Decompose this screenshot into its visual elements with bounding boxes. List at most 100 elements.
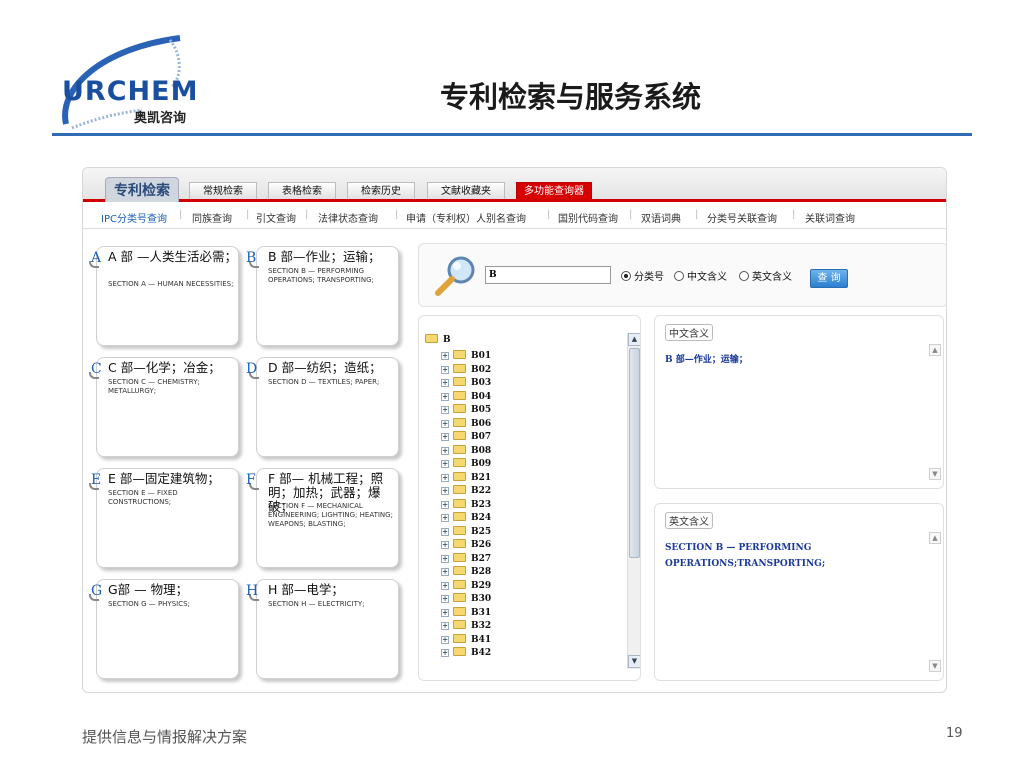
tree-item-label: B29 xyxy=(471,580,492,591)
tree-item[interactable]: + B29 xyxy=(441,579,492,593)
expand-icon[interactable]: + xyxy=(441,419,449,428)
tree-item[interactable]: + B01 xyxy=(441,350,491,363)
tree-item[interactable]: + B22 xyxy=(441,485,491,498)
tree-item[interactable]: + B06 xyxy=(441,417,491,431)
expand-icon[interactable]: + xyxy=(441,473,449,482)
search-button[interactable]: 查 询 xyxy=(810,269,848,288)
folder-icon xyxy=(453,350,466,359)
tree-item-label: B22 xyxy=(471,486,492,496)
tree-item[interactable]: + B24 xyxy=(441,512,491,525)
expand-icon[interactable]: + xyxy=(441,487,449,495)
expand-icon[interactable]: + xyxy=(441,460,449,468)
tree-item[interactable]: + B41 xyxy=(441,633,491,647)
folder-icon xyxy=(453,539,466,548)
tree-item[interactable]: + B32 xyxy=(441,620,491,633)
scroll-down-icon[interactable]: ▼ xyxy=(929,468,941,480)
brand-tab[interactable]: 专利检索 xyxy=(105,177,179,202)
folder-icon xyxy=(453,593,466,602)
expand-icon[interactable]: + xyxy=(441,554,449,563)
radio-zh-meaning[interactable]: 中文含义 xyxy=(674,268,727,283)
section-zh: C 部—化学；冶金； xyxy=(108,360,221,375)
section-letter: B xyxy=(246,250,257,266)
expand-icon[interactable]: + xyxy=(441,406,449,414)
radio-en-meaning[interactable]: 英文含义 xyxy=(739,268,792,283)
expand-icon[interactable]: + xyxy=(441,527,449,536)
title-divider xyxy=(52,133,972,136)
expand-icon[interactable]: + xyxy=(441,568,449,576)
tree-item[interactable]: + B42 xyxy=(441,647,491,660)
expand-icon[interactable]: + xyxy=(441,365,449,374)
expand-icon[interactable]: + xyxy=(441,379,449,387)
expand-icon[interactable]: + xyxy=(441,446,449,455)
section-letter: D xyxy=(246,361,258,377)
tree-item[interactable]: + B03 xyxy=(441,377,491,390)
tree-item-label: B09 xyxy=(471,459,492,469)
expand-icon[interactable]: + xyxy=(441,541,449,549)
tree-item[interactable]: + B27 xyxy=(441,552,491,566)
expand-icon[interactable]: + xyxy=(441,514,449,522)
subnav-applicant-alias[interactable]: 申请（专利权）人别名查询 xyxy=(406,210,526,225)
folder-icon xyxy=(453,512,466,521)
subnav-country-code[interactable]: 国别代码查询 xyxy=(558,210,618,225)
expand-icon[interactable]: + xyxy=(441,392,449,401)
tree-item[interactable]: + B28 xyxy=(441,566,491,579)
en-meaning-text: SECTION B — PERFORMING OPERATIONS;TRANSP… xyxy=(665,543,826,569)
section-card-a[interactable]: A A 部 —人类生活必需； SECTION A — HUMAN NECESSI… xyxy=(89,246,239,346)
folder-icon xyxy=(453,566,466,575)
section-card-d[interactable]: D D 部—纺织；造纸； SECTION D — TEXTILES; PAPER… xyxy=(246,357,399,457)
tree-item[interactable]: + B21 xyxy=(441,471,491,485)
section-card-g[interactable]: G G部 — 物理； SECTION G — PHYSICS; xyxy=(89,579,239,679)
search-input[interactable] xyxy=(485,266,611,284)
tab-search-history[interactable]: 检索历史 xyxy=(347,182,415,199)
tree-item[interactable]: + B26 xyxy=(441,539,491,552)
tree-item[interactable]: + B25 xyxy=(441,525,491,539)
tree-root[interactable]: B xyxy=(425,334,451,345)
tree-item[interactable]: + B31 xyxy=(441,606,491,620)
subnav-related-words[interactable]: 关联词查询 xyxy=(805,210,855,225)
tree-item[interactable]: + B08 xyxy=(441,444,491,458)
tab-regular-search[interactable]: 常规检索 xyxy=(189,182,257,199)
subnav-citation[interactable]: 引文查询 xyxy=(256,210,296,225)
scroll-down-icon[interactable]: ▼ xyxy=(929,660,941,672)
tree-item[interactable]: + B23 xyxy=(441,498,491,512)
scroll-down-icon[interactable]: ▼ xyxy=(628,655,640,668)
folder-icon xyxy=(453,444,466,454)
expand-icon[interactable]: + xyxy=(441,649,449,657)
scroll-up-icon[interactable]: ▲ xyxy=(929,344,941,356)
section-card-f[interactable]: F F 部— 机械工程；照明；加热；武器；爆破； SECTION F — MEC… xyxy=(246,468,399,568)
section-zh: B 部—作业；运输； xyxy=(268,249,381,264)
tree-scrollbar[interactable]: ▲ ▼ xyxy=(627,333,640,669)
scroll-thumb[interactable] xyxy=(629,348,640,558)
zh-meaning-panel: 中文含义 B 部—作业；运输； ▲ ▼ xyxy=(654,315,944,489)
expand-icon[interactable]: + xyxy=(441,500,449,509)
scroll-up-icon[interactable]: ▲ xyxy=(929,532,941,544)
expand-icon[interactable]: + xyxy=(441,622,449,630)
subnav-legal-status[interactable]: 法律状态查询 xyxy=(318,210,378,225)
expand-icon[interactable]: + xyxy=(441,581,449,590)
section-card-e[interactable]: E E 部—固定建筑物； SECTION E — FIXED CONSTRUCT… xyxy=(89,468,239,568)
tree-item-label: B03 xyxy=(471,378,492,388)
subnav-ipc[interactable]: IPC分类号查询 xyxy=(101,210,167,225)
expand-icon[interactable]: + xyxy=(441,635,449,644)
subnav-bilingual-dict[interactable]: 双语词典 xyxy=(641,210,681,225)
expand-icon[interactable]: + xyxy=(441,608,449,617)
subnav-class-relation[interactable]: 分类号关联查询 xyxy=(707,210,777,225)
tree-item[interactable]: + B30 xyxy=(441,593,491,606)
subnav-family[interactable]: 同族查询 xyxy=(192,210,232,225)
tab-table-search[interactable]: 表格检索 xyxy=(268,182,336,199)
section-card-h[interactable]: H H 部—电学； SECTION H — ELECTRICITY; xyxy=(246,579,399,679)
tree-item[interactable]: + B05 xyxy=(441,404,491,417)
tree-item[interactable]: + B04 xyxy=(441,390,491,404)
tab-multi-query[interactable]: 多功能查询器 xyxy=(516,182,592,199)
expand-icon[interactable]: + xyxy=(441,352,449,360)
section-card-b[interactable]: B B 部—作业；运输； SECTION B — PERFORMING OPER… xyxy=(246,246,399,346)
tree-item[interactable]: + B07 xyxy=(441,431,491,444)
radio-class-number[interactable]: 分类号 xyxy=(621,268,664,283)
expand-icon[interactable]: + xyxy=(441,595,449,603)
tree-item[interactable]: + B02 xyxy=(441,363,491,377)
section-card-c[interactable]: C C 部—化学；冶金； SECTION C — CHEMISTRY; META… xyxy=(89,357,239,457)
tab-favorites[interactable]: 文献收藏夹 xyxy=(427,182,505,199)
tree-item[interactable]: + B09 xyxy=(441,458,491,471)
scroll-up-icon[interactable]: ▲ xyxy=(628,333,640,346)
expand-icon[interactable]: + xyxy=(441,433,449,441)
